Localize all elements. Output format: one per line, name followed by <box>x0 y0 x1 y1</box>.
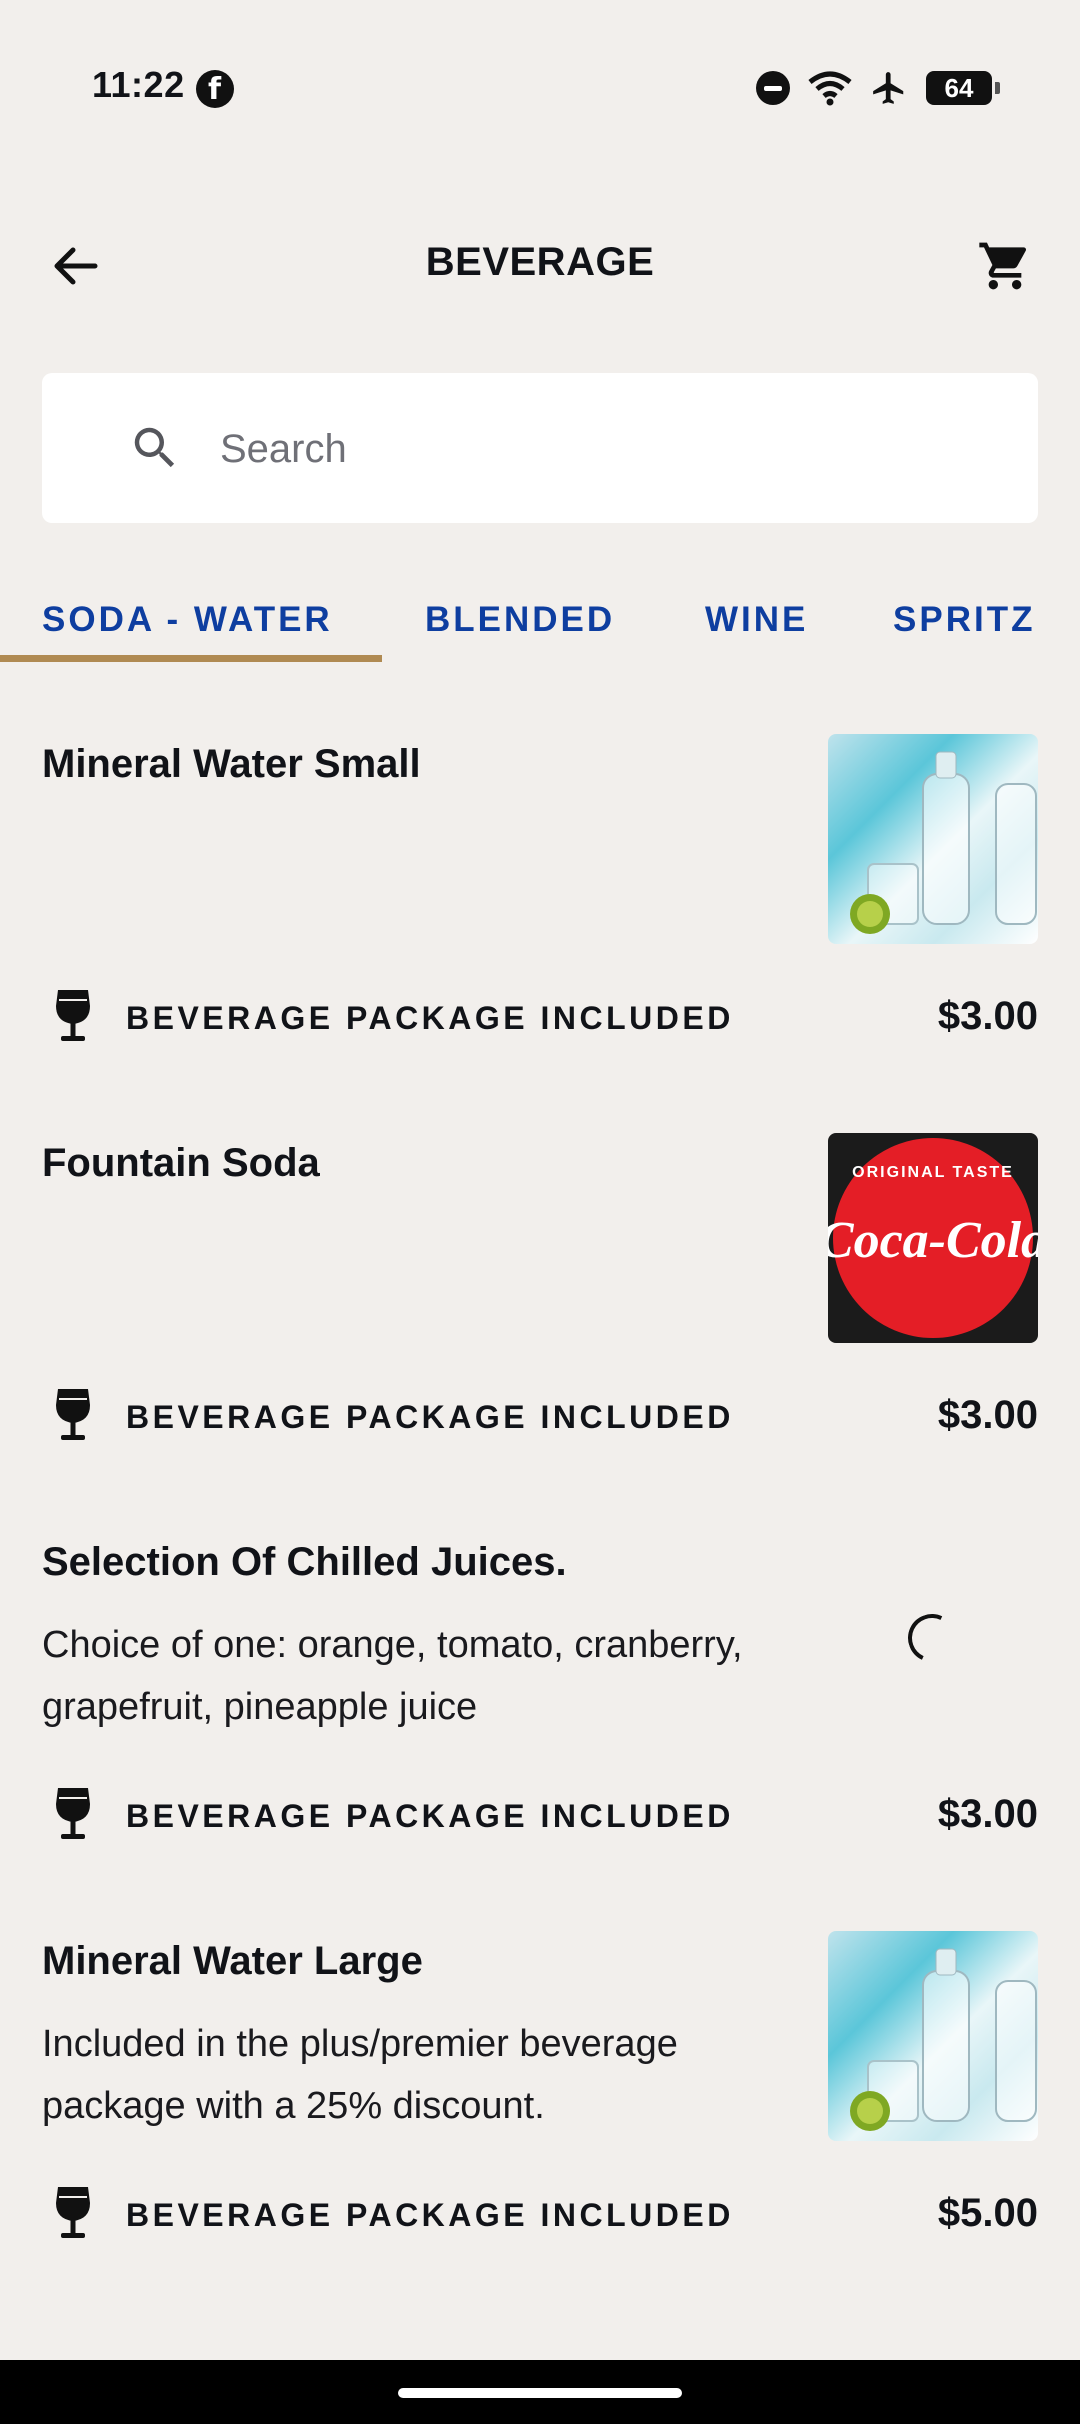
do-not-disturb-icon <box>756 71 790 105</box>
wifi-icon <box>808 71 852 106</box>
item-description: Choice of one: orange, tomato, cranberry… <box>42 1624 743 1728</box>
shopping-cart-icon <box>979 242 1027 290</box>
airplane-icon <box>873 72 904 104</box>
item-name: Mineral Water Large <box>42 1939 423 1983</box>
status-time: 11:22 <box>92 64 185 105</box>
wine-glass-icon <box>56 2187 90 2238</box>
package-label: BEVERAGE PACKAGE INCLUDED <box>126 1399 734 1435</box>
battery-level: 64 <box>944 72 974 103</box>
status-icons: 64 <box>756 68 1000 108</box>
search-bar <box>42 373 1038 523</box>
facebook-icon: f <box>196 70 234 108</box>
package-label: BEVERAGE PACKAGE INCLUDED <box>126 2197 734 2233</box>
app-header: BEVERAGE <box>0 220 1080 308</box>
coca-cola-logo-image: ORIGINAL TASTE Coca-Cola <box>828 1133 1038 1343</box>
item-name: Fountain Soda <box>42 1141 320 1185</box>
package-row: BEVERAGE PACKAGE INCLUDED $5.00 <box>0 2181 1080 2251</box>
item-price: $3.00 <box>937 994 1038 1038</box>
item-description: Included in the plus/premier beverage pa… <box>42 2023 678 2127</box>
tab-spritz[interactable]: SPRITZ <box>893 600 1035 640</box>
cart-button[interactable] <box>970 234 1040 298</box>
search-icon <box>134 427 175 468</box>
wine-glass-icon <box>56 990 90 1041</box>
item-price: $5.00 <box>937 2191 1038 2235</box>
category-tabs: SODA - WATER BLENDED WINE SPRITZ <box>0 590 1080 670</box>
wine-glass-icon <box>56 1389 90 1440</box>
menu-item[interactable]: Mineral Water Small BEVERAGE PACKAGE INC… <box>0 734 1080 1074</box>
loading-spinner-icon <box>901 1607 963 1669</box>
package-label: BEVERAGE PACKAGE INCLUDED <box>126 1000 734 1036</box>
item-price: $3.00 <box>937 1393 1038 1437</box>
package-row: BEVERAGE PACKAGE INCLUDED $3.00 <box>0 984 1080 1054</box>
coke-brand-text: Coca-Cola <box>828 1212 1038 1269</box>
battery-icon: 64 <box>926 71 1000 105</box>
tab-blended[interactable]: BLENDED <box>425 600 615 640</box>
item-name: Mineral Water Small <box>42 742 421 786</box>
menu-item[interactable]: Mineral Water Large Included in the plus… <box>0 1931 1080 2271</box>
menu-item[interactable]: Fountain Soda ORIGINAL TASTE Coca-Cola B… <box>0 1133 1080 1473</box>
active-tab-indicator <box>0 655 382 662</box>
menu-item[interactable]: Selection Of Chilled Juices. Choice of o… <box>0 1532 1080 1872</box>
package-row: BEVERAGE PACKAGE INCLUDED $3.00 <box>0 1782 1080 1852</box>
tab-wine[interactable]: WINE <box>705 600 808 640</box>
page-title: BEVERAGE <box>425 240 655 284</box>
status-bar: 11:22 f 64 <box>0 0 1080 175</box>
item-name: Selection Of Chilled Juices. <box>42 1540 567 1584</box>
package-label: BEVERAGE PACKAGE INCLUDED <box>126 1798 734 1834</box>
home-indicator[interactable] <box>398 2388 682 2398</box>
item-price: $3.00 <box>937 1792 1038 1836</box>
mineral-water-image <box>828 1931 1038 2141</box>
wine-glass-icon <box>56 1788 90 1839</box>
package-row: BEVERAGE PACKAGE INCLUDED $3.00 <box>0 1383 1080 1453</box>
coke-tagline: ORIGINAL TASTE <box>852 1164 1014 1181</box>
mineral-water-image <box>828 734 1038 944</box>
search-input[interactable] <box>218 419 1002 479</box>
tab-soda-water[interactable]: SODA - WATER <box>42 600 333 640</box>
